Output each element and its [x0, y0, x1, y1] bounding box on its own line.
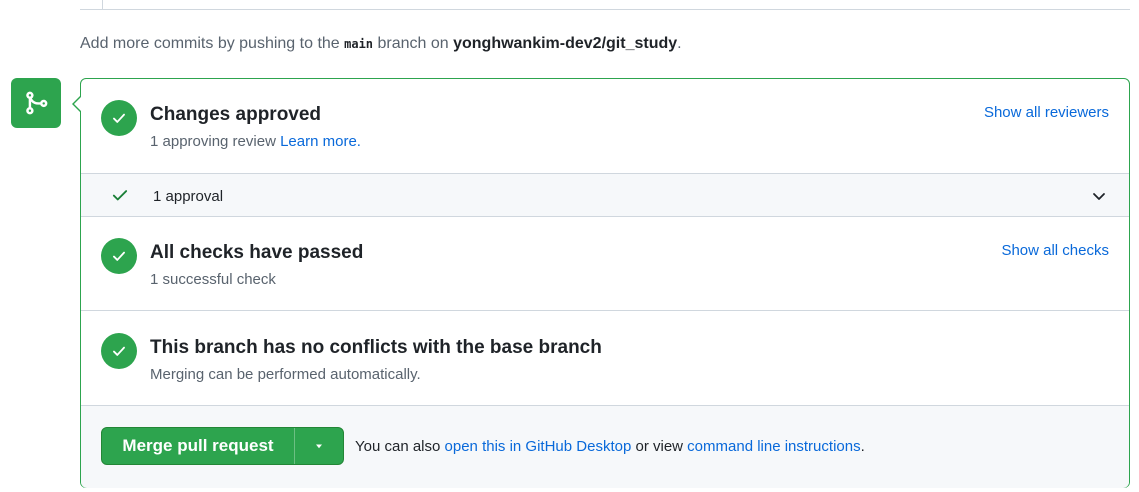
check-circle-icon — [101, 238, 137, 274]
hint-middle: branch on — [373, 35, 454, 52]
branch-name: main — [344, 37, 374, 51]
repo-name: yonghwankim-dev2/git_study — [453, 35, 678, 52]
conflicts-section: This branch has no conflicts with the ba… — [81, 311, 1129, 406]
review-status-section: Changes approved 1 approving review Lear… — [81, 79, 1129, 173]
check-icon — [112, 190, 128, 201]
checks-section: All checks have passed 1 successful chec… — [81, 217, 1129, 311]
note-middle: or view — [631, 438, 688, 455]
timeline-connector — [102, 0, 103, 10]
merge-method-dropdown[interactable] — [295, 428, 343, 464]
conflicts-title: This branch has no conflicts with the ba… — [150, 337, 602, 358]
review-status-title: Changes approved — [150, 104, 322, 125]
approval-count-label: 1 approval — [153, 188, 224, 205]
hint-prefix: Add more commits by pushing to the — [80, 35, 345, 52]
timeline-divider — [80, 9, 1130, 10]
conflicts-subtitle: Merging can be performed automatically. — [150, 366, 421, 383]
checks-subtitle: 1 successful check — [150, 271, 276, 288]
chevron-down-icon[interactable] — [1091, 188, 1107, 204]
check-circle-icon — [101, 333, 137, 369]
review-status-subtitle: 1 approving review Learn more. — [150, 133, 361, 150]
merge-pull-request-button[interactable]: Merge pull request — [102, 428, 294, 464]
show-all-checks-link[interactable]: Show all checks — [1001, 242, 1109, 259]
check-circle-icon — [101, 100, 137, 136]
show-all-reviewers-link[interactable]: Show all reviewers — [984, 104, 1109, 121]
push-hint: Add more commits by pushing to the main … — [80, 35, 682, 53]
review-count-text: 1 approving review — [150, 133, 281, 150]
merge-button-group: Merge pull request — [101, 427, 344, 465]
merge-status-panel: Changes approved 1 approving review Lear… — [72, 78, 1130, 488]
merge-alternatives-note: You can also open this in GitHub Desktop… — [355, 438, 865, 455]
approval-row[interactable]: 1 approval — [81, 173, 1129, 217]
checks-title: All checks have passed — [150, 242, 364, 263]
hint-suffix: . — [677, 35, 682, 52]
github-desktop-link[interactable]: open this in GitHub Desktop — [445, 438, 632, 455]
note-prefix: You can also — [355, 438, 445, 455]
merge-actions-section: Merge pull request You can also open thi… — [81, 405, 1129, 488]
learn-more-link[interactable]: Learn more. — [280, 133, 361, 150]
note-suffix: . — [860, 438, 865, 455]
git-merge-icon — [11, 78, 61, 128]
triangle-down-icon — [316, 444, 322, 449]
command-line-instructions-link[interactable]: command line instructions — [687, 438, 860, 455]
